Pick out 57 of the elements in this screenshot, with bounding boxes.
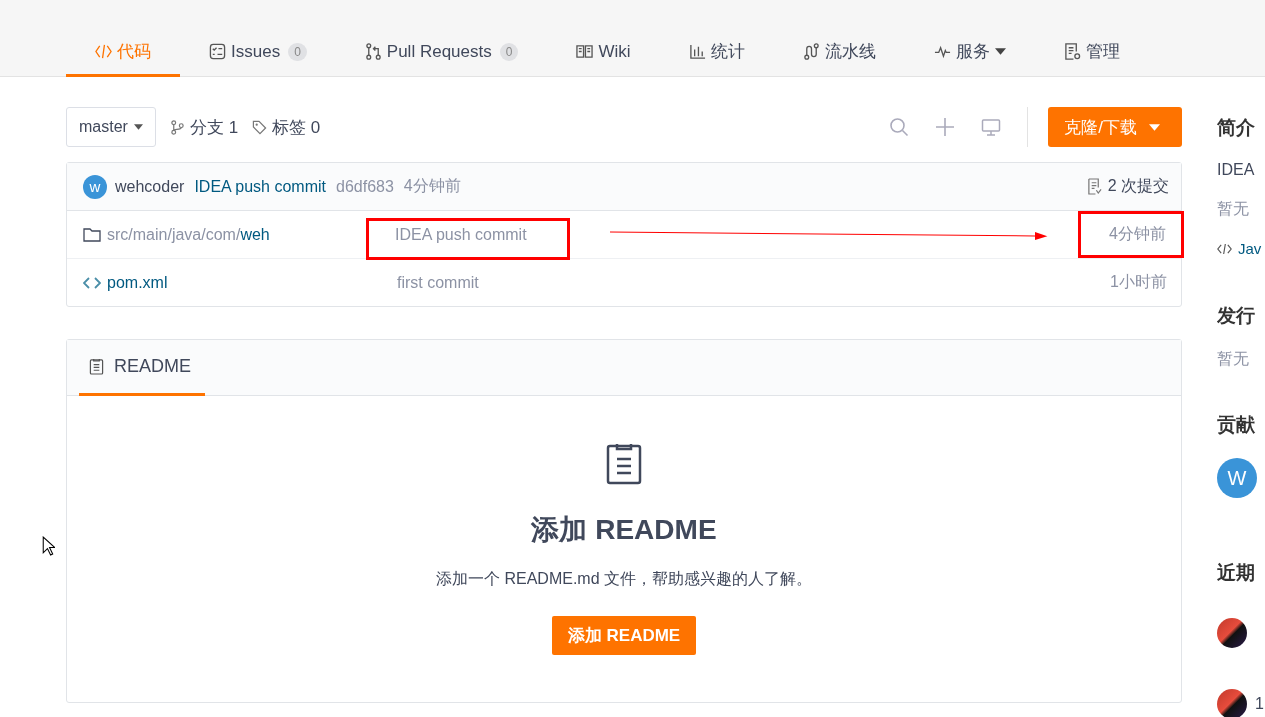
tab[interactable]: 流水线: [773, 29, 905, 77]
readme-description: 添加一个 README.md 文件，帮助感兴趣的人了解。: [436, 569, 812, 589]
commits-icon: [1086, 178, 1102, 195]
folder-icon: [83, 227, 101, 242]
folder-link[interactable]: src/main/java/com/weh: [107, 225, 270, 244]
tab[interactable]: Issues 0: [180, 29, 336, 77]
avatar: [1217, 689, 1247, 717]
code-icon: [95, 43, 112, 60]
tab[interactable]: Pull Requests 0: [335, 29, 548, 77]
tab[interactable]: 统计: [659, 29, 774, 77]
section-text: 暂无: [1217, 199, 1250, 219]
commits-link[interactable]: 2 次提交: [1086, 176, 1169, 197]
book-icon: [576, 43, 594, 60]
tags-link[interactable]: 标签 0: [252, 115, 321, 139]
count-badge: 0: [288, 42, 307, 61]
monitor-icon[interactable]: [981, 117, 1002, 137]
bar-chart-icon: [688, 43, 706, 60]
section-heading: 简介: [1217, 116, 1256, 140]
document-icon: [606, 443, 642, 485]
section-heading: 贡献: [1217, 413, 1256, 437]
caret-icon: [133, 124, 143, 130]
add-icon[interactable]: [935, 117, 956, 137]
code-icon: [1217, 242, 1232, 255]
search-icon[interactable]: [889, 117, 910, 137]
tag-icon: [252, 119, 268, 135]
tab[interactable]: 管理: [1034, 29, 1149, 77]
tab[interactable]: 服务: [904, 29, 1035, 77]
cursor-icon: [42, 536, 55, 556]
readme-tab[interactable]: README: [79, 340, 205, 396]
branch-icon: [169, 119, 185, 135]
branch-dropdown[interactable]: master: [66, 107, 156, 147]
avatar: w: [83, 174, 107, 199]
count-badge: 0: [499, 42, 519, 61]
activity-text: 1: [1255, 695, 1264, 713]
commit-message-link[interactable]: IDEA push commit: [194, 177, 326, 196]
avatar: [1217, 618, 1247, 648]
author-link[interactable]: wehcoder: [115, 177, 185, 196]
code-file-icon: [83, 275, 101, 290]
section-heading: 近期: [1217, 561, 1256, 585]
pulse-icon: [933, 43, 951, 60]
commit-time: 4分钟前: [403, 176, 461, 196]
section-text: IDEA: [1217, 161, 1256, 179]
pull-request-icon: [364, 43, 382, 60]
file-link[interactable]: pom.xml: [107, 273, 168, 292]
section-heading: 发行: [1217, 304, 1256, 328]
readme-title: 添加 README: [531, 513, 717, 547]
pipeline-icon: [802, 43, 820, 60]
caret-icon: [1149, 123, 1160, 131]
language-link[interactable]: Jav: [1238, 240, 1262, 257]
branches-link[interactable]: 分支 1: [169, 115, 239, 139]
section-text: 暂无: [1217, 349, 1250, 369]
settings-icon: [1063, 43, 1081, 60]
commit-time: 4分钟前: [1109, 224, 1166, 244]
tab[interactable]: Wiki: [547, 29, 660, 77]
checklist-icon: [209, 43, 226, 60]
document-icon: [89, 358, 104, 375]
commit-time: 1小时前: [1110, 273, 1167, 290]
